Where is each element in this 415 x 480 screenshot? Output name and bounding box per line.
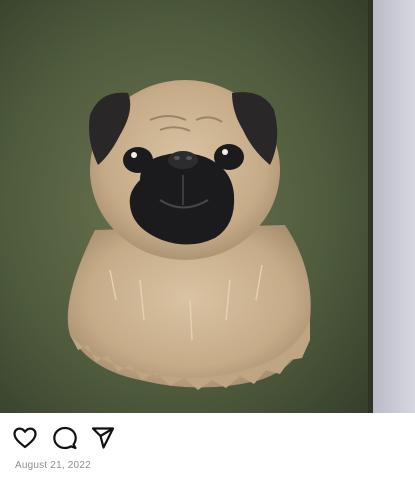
post-image[interactable] [0, 0, 415, 413]
post-date: August 21, 2022 [15, 460, 91, 471]
share-button[interactable] [90, 425, 116, 451]
comment-bubble-icon [53, 426, 77, 450]
pug-painting-image [0, 0, 415, 413]
heart-icon [13, 427, 37, 449]
paper-plane-icon [91, 427, 115, 449]
post-action-bar [0, 413, 415, 459]
like-button[interactable] [12, 425, 38, 451]
comment-button[interactable] [52, 425, 78, 451]
